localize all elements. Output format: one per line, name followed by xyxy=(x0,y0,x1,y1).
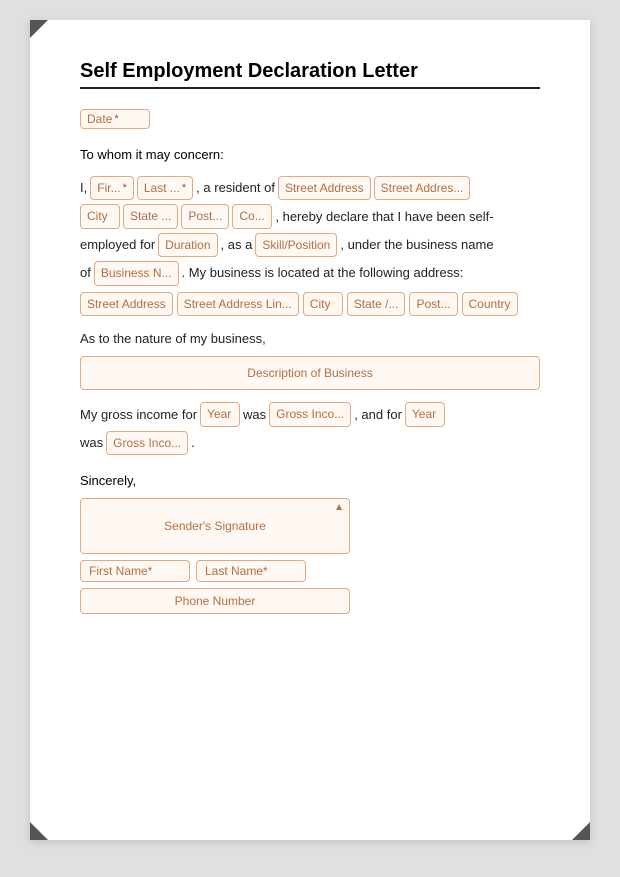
last-name-field[interactable]: Last ... * xyxy=(137,176,193,200)
street-address-1-field[interactable]: Street Address xyxy=(278,176,371,200)
corner-decoration-bl xyxy=(30,822,48,840)
page: Self Employment Declaration Letter Date … xyxy=(30,20,590,840)
country-1-field[interactable]: Co... xyxy=(232,204,272,228)
postal-2-field[interactable]: Post... xyxy=(409,292,457,316)
duration-field[interactable]: Duration xyxy=(158,233,217,257)
page-title: Self Employment Declaration Letter xyxy=(80,60,540,83)
first-name-field[interactable]: Fir... * xyxy=(90,176,134,200)
corner-decoration-br xyxy=(572,822,590,840)
city-1-field[interactable]: City xyxy=(80,204,120,228)
signature-block: ▲ Sender's Signature First Name * Last N… xyxy=(80,498,540,614)
business-name-field[interactable]: Business N... xyxy=(94,261,179,285)
income-paragraph: My gross income for Year was Gross Inco.… xyxy=(80,402,540,455)
salutation: To whom it may concern: xyxy=(80,147,540,162)
year-2-field[interactable]: Year xyxy=(405,402,445,426)
postal-1-field[interactable]: Post... xyxy=(181,204,229,228)
name-row: First Name * Last Name * xyxy=(80,560,540,582)
state-1-field[interactable]: State ... xyxy=(123,204,178,228)
gross-income-1-field[interactable]: Gross Inco... xyxy=(269,402,351,426)
nature-paragraph: As to the nature of my business, Descrip… xyxy=(80,328,540,390)
state-2-field[interactable]: State /... xyxy=(347,292,406,316)
city-2-field[interactable]: City xyxy=(303,292,343,316)
corner-decoration-tl xyxy=(30,20,48,38)
street-address-line2-field[interactable]: Street Address Lin... xyxy=(177,292,299,316)
date-field[interactable]: Date * xyxy=(80,109,150,129)
nature-label: As to the nature of my business, xyxy=(80,328,540,350)
sincerely-label: Sincerely, xyxy=(80,473,540,488)
phone-field[interactable]: Phone Number xyxy=(80,588,350,614)
year-1-field[interactable]: Year xyxy=(200,402,240,426)
gross-income-2-field[interactable]: Gross Inco... xyxy=(106,431,188,455)
skill-field[interactable]: Skill/Position xyxy=(255,233,337,257)
description-field[interactable]: Description of Business xyxy=(80,356,540,390)
last-name-2-field[interactable]: Last Name * xyxy=(196,560,306,582)
country-2-field[interactable]: Country xyxy=(462,292,518,316)
signature-field[interactable]: ▲ Sender's Signature xyxy=(80,498,350,554)
street-address-2-field[interactable]: Street Addres... xyxy=(374,176,471,200)
first-name-2-field[interactable]: First Name * xyxy=(80,560,190,582)
street-address-3-field[interactable]: Street Address xyxy=(80,292,173,316)
body-paragraph-1: I, Fir... * Last ... * , a resident of S… xyxy=(80,176,540,316)
